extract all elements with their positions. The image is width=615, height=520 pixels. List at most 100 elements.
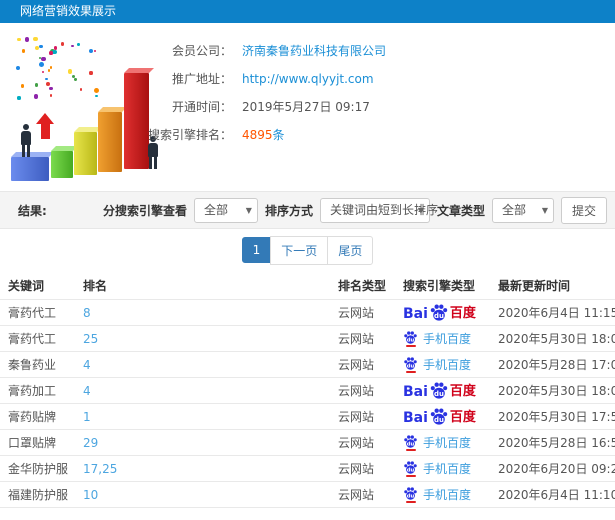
baidu-paw-icon: du xyxy=(404,486,417,500)
baidu-underline xyxy=(405,370,416,373)
info-value[interactable]: 济南秦鲁药业科技有限公司 xyxy=(242,37,386,65)
keyword-cell: 口罩贴牌 xyxy=(8,436,57,450)
info-value: 2019年5月27日 09:17 xyxy=(242,100,370,114)
updated-time: 2020年6月20日 09:25 xyxy=(498,462,615,476)
chevron-down-icon: ▼ xyxy=(245,205,252,215)
engine-view-select[interactable]: 全部 ▼ xyxy=(193,197,258,223)
title-bar: 网络营销效果展示 xyxy=(0,0,615,23)
baidu-underline xyxy=(405,474,416,477)
info-label: 会员公司： xyxy=(171,44,232,58)
keyword-cell: 膏药贴牌 xyxy=(8,410,57,424)
chevron-down-icon: ▼ xyxy=(417,205,424,215)
bar-green xyxy=(51,151,73,178)
keyword-cell: 福建防护服 xyxy=(8,488,69,502)
rank-link[interactable]: 10 xyxy=(75,488,330,502)
submit-button[interactable]: 提交 xyxy=(560,196,607,224)
sort-label: 排序方式 xyxy=(264,203,313,218)
table-row: 金华防护服 17,25 云网站 du 手机百度 2020年6月20日 09:25 xyxy=(0,456,615,482)
rank-type-cell: 云网站 xyxy=(338,410,375,424)
baidu-underline xyxy=(405,448,416,451)
updated-time: 2020年6月4日 11:15 xyxy=(498,306,615,320)
mobile-baidu-logo: du 手机百度 xyxy=(403,460,471,477)
svg-text:du: du xyxy=(407,467,415,473)
rank-link[interactable]: 1 xyxy=(75,410,330,424)
rank-type-cell: 云网站 xyxy=(338,436,375,450)
updated-time: 2020年5月30日 17:58 xyxy=(498,410,615,424)
page-title: 网络营销效果展示 xyxy=(20,4,117,18)
results-table: 关键词 排名 排名类型 搜索引擎类型 最新更新时间 膏药代工 8 云网站 Bai… xyxy=(0,271,615,508)
engine-cell: du 手机百度 xyxy=(395,330,490,347)
col-rank: 排名 xyxy=(83,278,108,293)
baidu-paw-icon: du xyxy=(404,460,417,474)
rank-type-cell: 云网站 xyxy=(338,332,375,346)
svg-text:du: du xyxy=(407,363,415,369)
engine-cell: du 手机百度 xyxy=(395,486,490,503)
engine-cell: du 手机百度 xyxy=(395,460,490,477)
col-rank-type: 排名类型 xyxy=(338,278,387,293)
baidu-paw-icon: du xyxy=(430,382,448,399)
rank-type-cell: 云网站 xyxy=(338,488,375,502)
keyword-cell: 膏药加工 xyxy=(8,384,57,398)
baidu-underline xyxy=(405,344,416,347)
table-header-row: 关键词 排名 排名类型 搜索引擎类型 最新更新时间 xyxy=(0,271,615,300)
col-updated: 最新更新时间 xyxy=(498,278,571,293)
table-row: 口罩贴牌 29 云网站 du 手机百度 2020年5月28日 16:55 xyxy=(0,430,615,456)
table-row: 膏药贴牌 1 云网站 Bai du 百度 2020年5月30日 17:58 xyxy=(0,404,615,430)
rank-type-cell: 云网站 xyxy=(338,462,375,476)
svg-text:du: du xyxy=(434,390,444,398)
rank-link[interactable]: 17,25 xyxy=(75,462,330,476)
svg-text:du: du xyxy=(407,493,415,499)
rank-link[interactable]: 25 xyxy=(75,332,330,346)
page-1-button[interactable]: 1 xyxy=(241,237,272,263)
engine-cell: du 手机百度 xyxy=(395,356,490,373)
info-label: 推广地址： xyxy=(171,72,232,86)
rank-link[interactable]: 4 xyxy=(75,384,330,398)
last-page-button[interactable]: 尾页 xyxy=(327,235,374,265)
baidu-logo: Bai du 百度 xyxy=(403,304,476,321)
result-label: 结果: xyxy=(18,203,47,218)
rank-link[interactable]: 4 xyxy=(75,358,330,372)
info-value[interactable]: http://www.qlyyjt.com xyxy=(242,65,374,93)
baidu-paw-icon: du xyxy=(430,304,448,321)
info-row: 搜索引擎排名： 4895条 xyxy=(0,121,615,149)
table-row: 膏药代工 25 云网站 du 手机百度 2020年5月30日 18:06 xyxy=(0,326,615,352)
info-row: 推广地址： http://www.qlyyjt.com xyxy=(0,65,615,93)
svg-text:du: du xyxy=(434,312,444,320)
pagination: 1 下一页 尾页 xyxy=(0,229,615,271)
article-type-select[interactable]: 全部 ▼ xyxy=(491,197,554,223)
updated-time: 2020年5月30日 18:06 xyxy=(498,332,615,346)
keyword-cell: 膏药代工 xyxy=(8,306,57,320)
next-page-button[interactable]: 下一页 xyxy=(270,235,329,265)
table-row: 秦鲁药业 4 云网站 du 手机百度 2020年5月28日 17:02 xyxy=(0,352,615,378)
baidu-logo: Bai du 百度 xyxy=(403,408,476,425)
keyword-cell: 膏药代工 xyxy=(8,332,57,346)
info-row: 开通时间： 2019年5月27日 09:17 xyxy=(0,93,615,121)
rank-link[interactable]: 8 xyxy=(75,306,330,320)
info-section: 会员公司： 济南秦鲁药业科技有限公司 推广地址： http://www.qlyy… xyxy=(0,23,615,191)
updated-time: 2020年5月28日 16:55 xyxy=(498,436,615,450)
table-row: 膏药加工 4 云网站 Bai du 百度 2020年5月30日 18:03 xyxy=(0,378,615,404)
mobile-baidu-logo: du 手机百度 xyxy=(403,486,471,503)
updated-time: 2020年5月30日 18:03 xyxy=(498,384,615,398)
baidu-paw-icon: du xyxy=(430,408,448,425)
table-row: 福建防护服 10 云网站 du 手机百度 2020年6月4日 11:10 xyxy=(0,482,615,508)
keyword-cell: 秦鲁药业 xyxy=(8,358,57,372)
engine-cell: Bai du 百度 xyxy=(395,408,490,425)
filter-controls: 分搜索引擎查看 全部 ▼ 排序方式 关键词由短到长排序 ▼ 文章类型 全部 ▼ … xyxy=(102,196,607,224)
member-info-list: 会员公司： 济南秦鲁药业科技有限公司 推广地址： http://www.qlyy… xyxy=(0,37,615,149)
updated-time: 2020年5月28日 17:02 xyxy=(498,358,615,372)
info-label: 搜索引擎排名： xyxy=(147,128,232,142)
baidu-logo: Bai du 百度 xyxy=(403,382,476,399)
mobile-baidu-logo: du 手机百度 xyxy=(403,330,471,347)
sort-select[interactable]: 关键词由短到长排序 ▼ xyxy=(319,197,438,223)
rank-link[interactable]: 29 xyxy=(75,436,330,450)
info-label: 开通时间： xyxy=(171,100,232,114)
mobile-baidu-logo: du 手机百度 xyxy=(403,434,471,451)
baidu-paw-icon: du xyxy=(404,356,417,370)
mobile-baidu-logo: du 手机百度 xyxy=(403,356,471,373)
filter-bar: 结果: 分搜索引擎查看 全部 ▼ 排序方式 关键词由短到长排序 ▼ 文章类型 全… xyxy=(0,191,615,229)
article-type-label: 文章类型 xyxy=(436,203,485,218)
engine-cell: du 手机百度 xyxy=(395,434,490,451)
baidu-paw-icon: du xyxy=(404,330,417,344)
engine-view-label: 分搜索引擎查看 xyxy=(102,203,187,218)
